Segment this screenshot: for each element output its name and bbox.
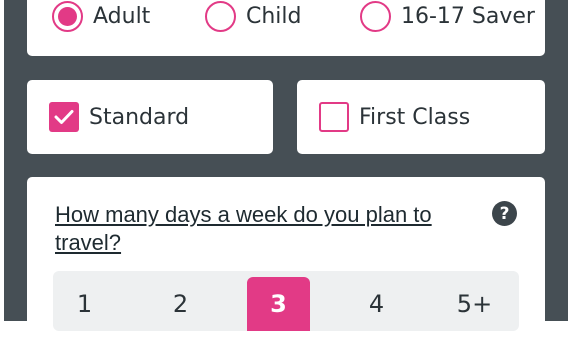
radio-16-17-saver[interactable]: 16-17 Saver [360,1,535,32]
checkbox-first-class-control[interactable] [319,102,349,132]
day-option-2[interactable]: 2 [149,277,212,331]
days-selector: 1 2 3 4 5+ [53,271,519,331]
standard-class-card[interactable]: Standard [27,80,273,154]
ticket-type-card: Adult Child 16-17 Saver [27,0,545,56]
checkbox-first-class-label: First Class [359,104,471,130]
checkbox-standard[interactable]: Standard [49,102,189,132]
checkmark-icon [54,110,74,124]
day-option-4[interactable]: 4 [345,277,408,331]
radio-adult[interactable]: Adult [52,1,150,32]
radio-16-17-saver-label: 16-17 Saver [401,4,535,29]
day-option-5-plus[interactable]: 5+ [443,277,506,331]
radio-16-17-saver-control[interactable] [360,1,391,32]
checkbox-first-class[interactable]: First Class [319,102,470,132]
radio-selected-dot [58,7,77,26]
radio-child[interactable]: Child [205,1,302,32]
radio-child-label: Child [246,4,302,29]
first-class-card[interactable]: First Class [297,80,545,154]
radio-child-control[interactable] [205,1,236,32]
frequency-question[interactable]: How many days a week do you plan to trav… [55,201,475,257]
help-icon[interactable]: ? [492,201,517,226]
radio-adult-label: Adult [93,4,151,29]
checkbox-standard-control[interactable] [49,102,79,132]
day-option-3[interactable]: 3 [247,277,310,331]
radio-adult-control[interactable] [52,1,83,32]
checkbox-standard-label: Standard [89,104,190,130]
day-option-1[interactable]: 1 [53,277,116,331]
